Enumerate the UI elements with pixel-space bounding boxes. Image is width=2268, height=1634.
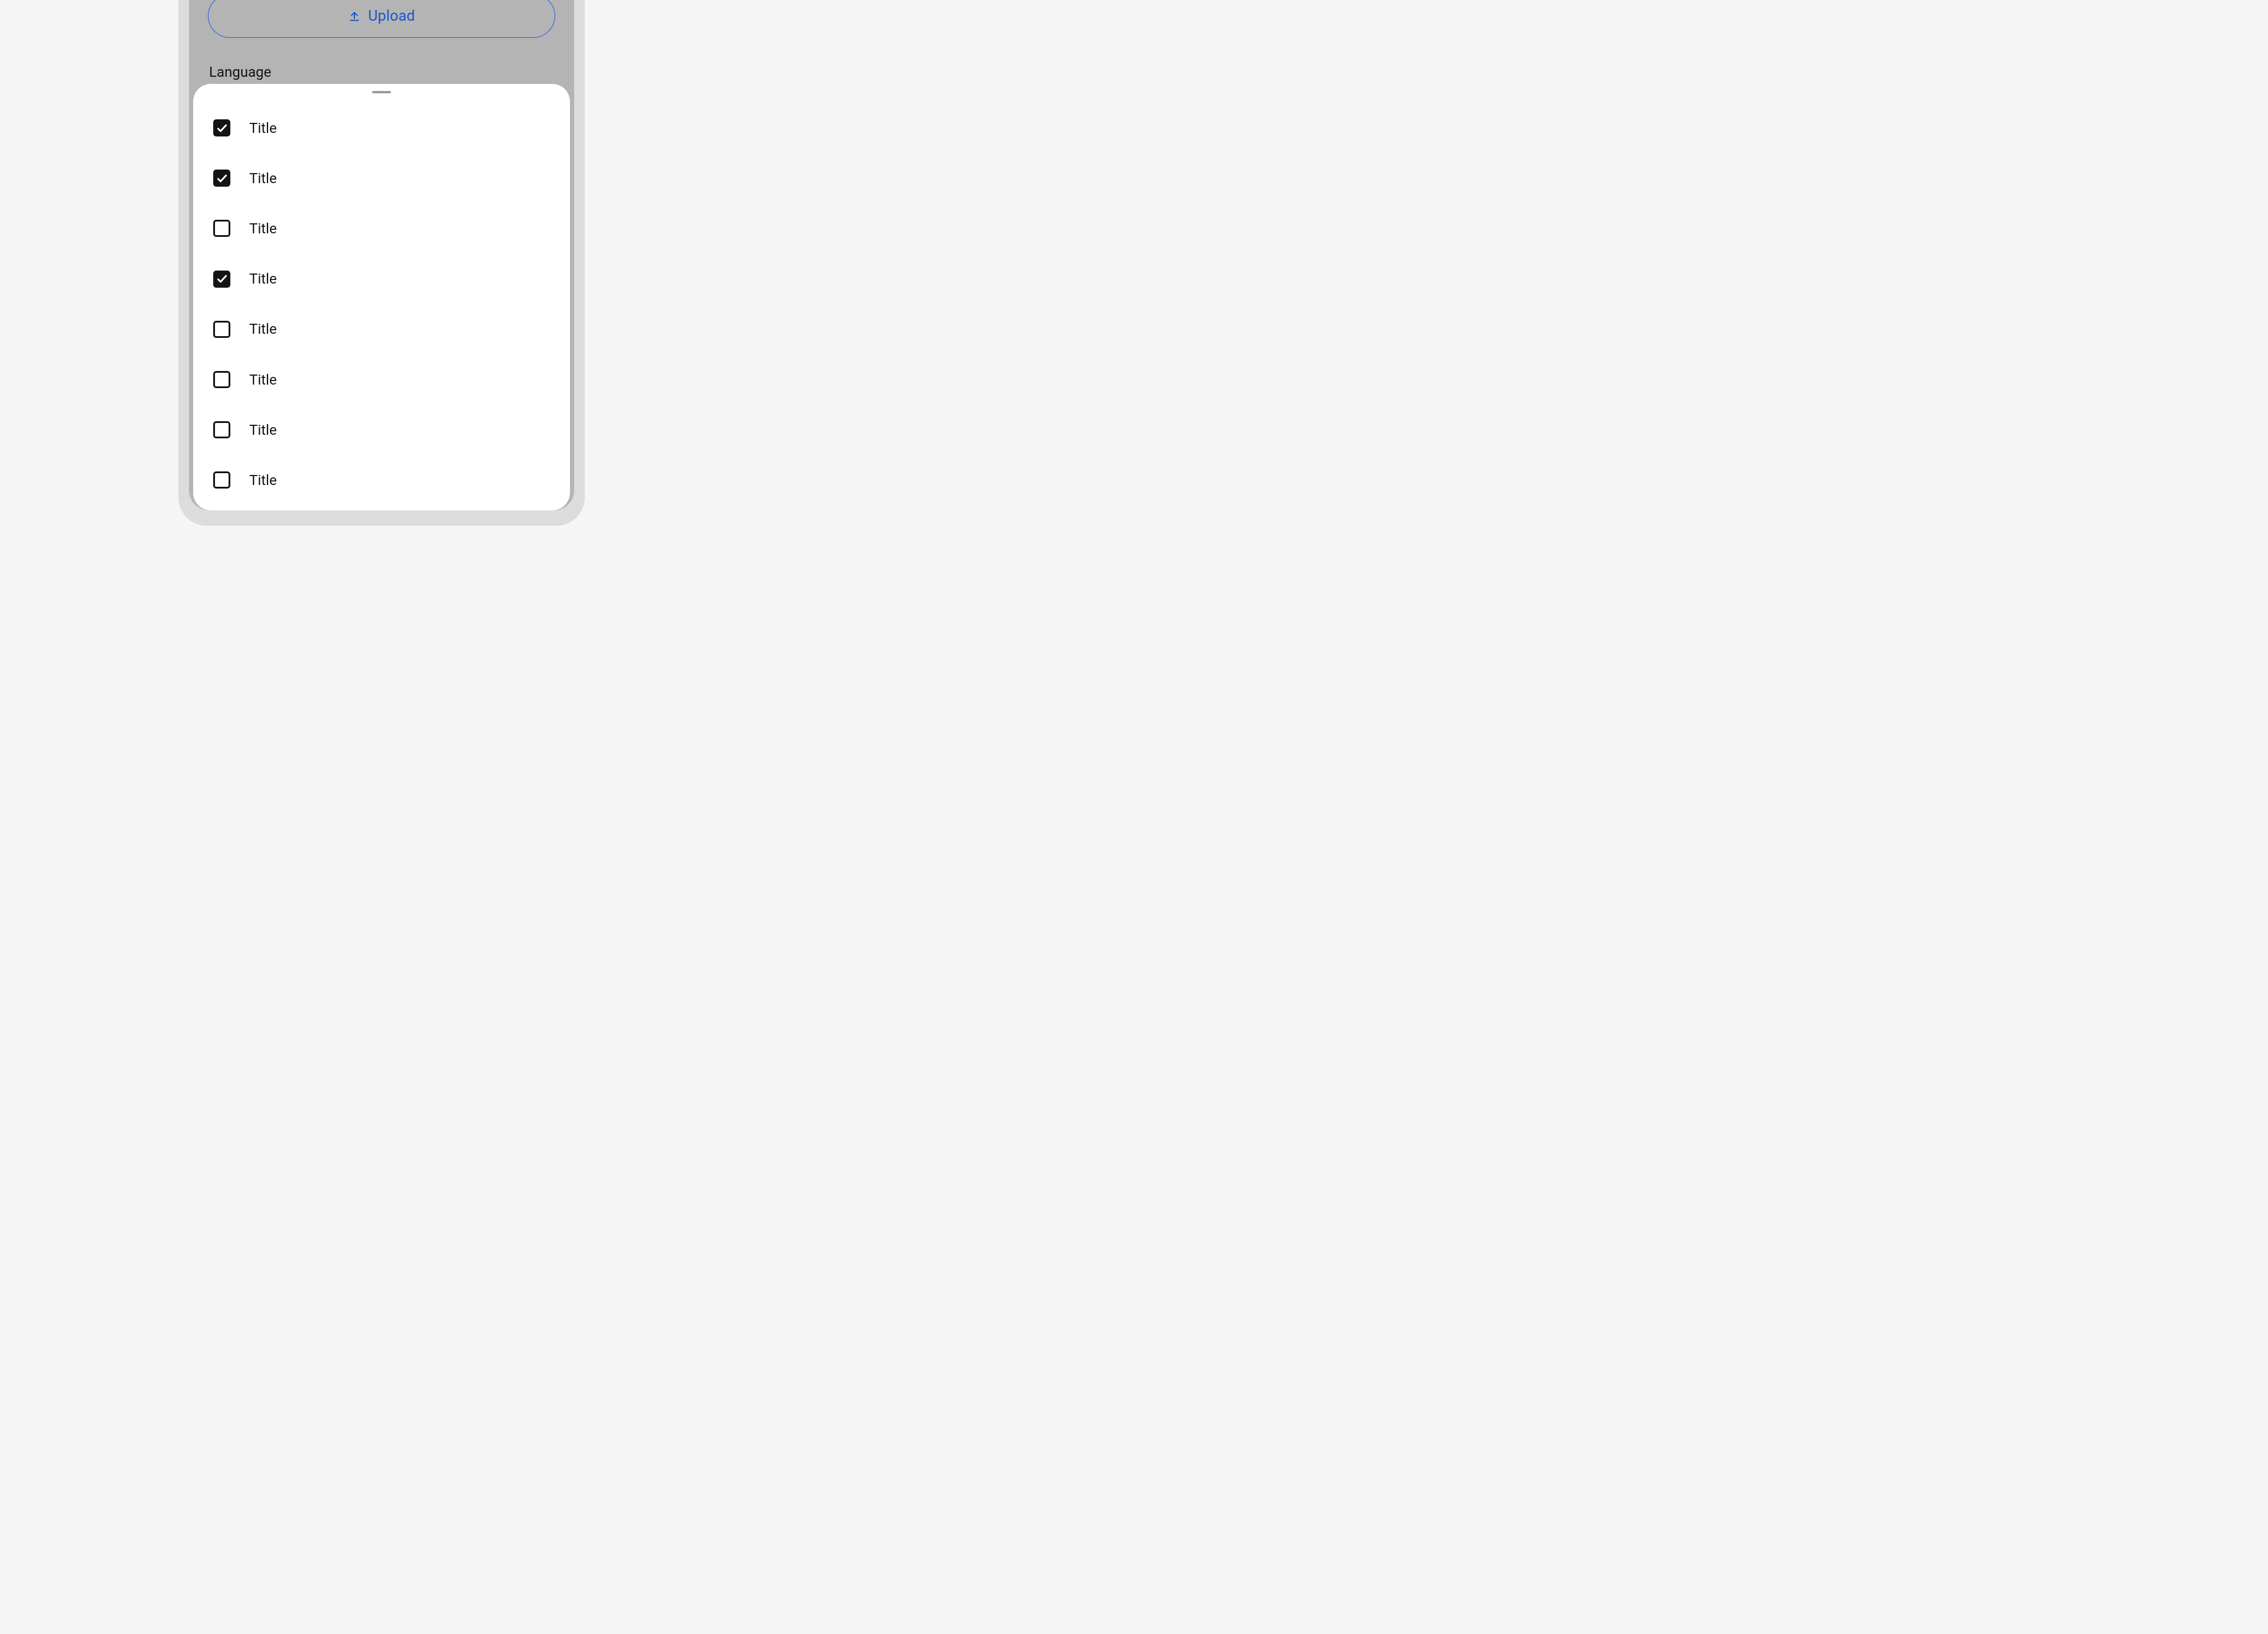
option-row[interactable]: Title bbox=[193, 203, 570, 253]
checkbox-checked-icon[interactable] bbox=[213, 170, 230, 187]
option-row[interactable]: Title bbox=[193, 304, 570, 354]
option-label: Title bbox=[249, 271, 277, 287]
option-label: Title bbox=[249, 170, 277, 187]
bottom-sheet: Title Title Title Title Title Title Title Title bbox=[193, 84, 570, 510]
checkbox-unchecked-icon[interactable] bbox=[213, 421, 230, 438]
screen-background: Upload Language TitleTitleTitleTitleTitl… bbox=[189, 0, 574, 510]
drag-handle[interactable] bbox=[372, 91, 391, 93]
language-section-label: Language bbox=[209, 64, 271, 80]
device-frame: Upload Language TitleTitleTitleTitleTitl… bbox=[178, 0, 585, 526]
option-row[interactable]: Title bbox=[193, 153, 570, 203]
option-label: Title bbox=[249, 120, 277, 136]
upload-button-label: Upload bbox=[368, 8, 415, 25]
option-row[interactable]: Title bbox=[193, 254, 570, 304]
option-row[interactable]: Title bbox=[193, 103, 570, 153]
checkbox-unchecked-icon[interactable] bbox=[213, 220, 230, 237]
checkbox-unchecked-icon[interactable] bbox=[213, 371, 230, 388]
option-row[interactable]: Title bbox=[193, 455, 570, 505]
option-label: Title bbox=[249, 321, 277, 337]
checkbox-unchecked-icon[interactable] bbox=[213, 471, 230, 489]
upload-button[interactable]: Upload bbox=[208, 0, 555, 38]
option-row[interactable]: Title bbox=[193, 354, 570, 405]
option-row[interactable]: Title bbox=[193, 405, 570, 455]
option-label: Title bbox=[249, 220, 277, 237]
upload-icon bbox=[348, 9, 361, 22]
option-label: Title bbox=[249, 422, 277, 438]
options-list: Title Title Title Title Title Title Title Title bbox=[193, 103, 570, 506]
checkbox-checked-icon[interactable] bbox=[213, 271, 230, 288]
option-label: Title bbox=[249, 472, 277, 489]
checkbox-checked-icon[interactable] bbox=[213, 119, 230, 136]
checkbox-unchecked-icon[interactable] bbox=[213, 321, 230, 338]
option-label: Title bbox=[249, 372, 277, 388]
